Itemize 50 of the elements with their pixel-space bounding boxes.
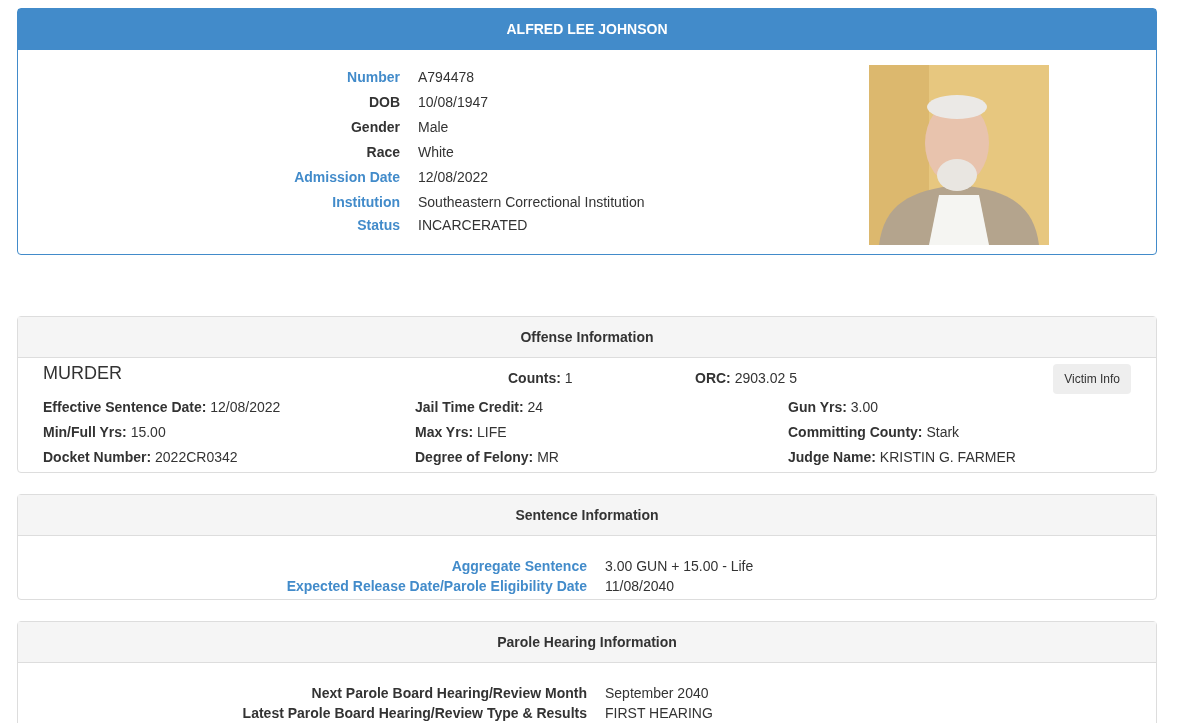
detail-label: Max Yrs:: [415, 424, 474, 440]
field-value: 12/08/2022: [418, 168, 489, 187]
detail-value: LIFE: [477, 424, 507, 440]
field-label: Aggregate Sentence: [450, 557, 587, 576]
detail-value: KRISTIN G. FARMER: [879, 449, 1016, 465]
field-value: Southeastern Correctional Institution: [418, 193, 645, 212]
detail-value: Stark: [926, 424, 960, 440]
detail-label: Gun Yrs:: [788, 399, 847, 415]
field-label: DOB: [367, 93, 400, 112]
panel-title: Sentence Information: [515, 505, 659, 525]
field-label: Latest Parole Board Hearing/Review Type & Results: [241, 704, 587, 723]
detail-label: Effective Sentence Date:: [43, 399, 207, 415]
offense-name: MURDER: [43, 362, 123, 384]
field-value: 11/08/2040: [605, 577, 675, 596]
detail-value: 15.00: [130, 424, 166, 440]
panel-title: Offense Information: [520, 327, 654, 347]
panel-title: Parole Hearing Information: [497, 632, 677, 652]
field-value: FIRST HEARING: [605, 704, 713, 723]
field-label: Next Parole Board Hearing/Review Month: [310, 684, 587, 703]
detail-label: Jail Time Credit:: [415, 399, 524, 415]
field-label: Gender: [350, 118, 400, 137]
detail-value: 12/08/2022: [210, 399, 281, 415]
inmate-name: ALFRED LEE JOHNSON: [506, 20, 668, 39]
detail-label: Min/Full Yrs:: [43, 424, 127, 440]
field-value: September 2040: [605, 684, 709, 703]
detail-label: Counts:: [508, 370, 561, 386]
detail-value: 3.00: [850, 399, 878, 415]
victim-info-button[interactable]: Victim Info: [1053, 364, 1131, 394]
field-value: INCARCERATED: [418, 216, 528, 235]
detail-value: 2022CR0342: [155, 449, 238, 465]
field-label: Status: [356, 216, 400, 235]
field-label: Institution: [331, 193, 400, 212]
field-value: 3.00 GUN + 15.00 - Life: [605, 557, 754, 576]
field-value: White: [418, 143, 454, 162]
field-value: A794478: [418, 68, 475, 87]
detail-label: ORC:: [695, 370, 731, 386]
detail-value: 1: [564, 370, 573, 386]
detail-label: Judge Name:: [788, 449, 876, 465]
detail-label: Committing County:: [788, 424, 923, 440]
field-label: Number: [346, 68, 400, 87]
field-value: 10/08/1947: [418, 93, 489, 112]
field-value: Male: [418, 118, 449, 137]
field-label: Admission Date: [293, 168, 400, 187]
field-label: Race: [365, 143, 400, 162]
detail-label: Docket Number:: [43, 449, 152, 465]
detail-label: Degree of Felony:: [415, 449, 534, 465]
detail-value: 2903.02 5: [734, 370, 797, 386]
detail-value: MR: [537, 449, 559, 465]
field-label: Expected Release Date/Parole Eligibility Date: [285, 577, 587, 596]
detail-value: 24: [527, 399, 544, 415]
